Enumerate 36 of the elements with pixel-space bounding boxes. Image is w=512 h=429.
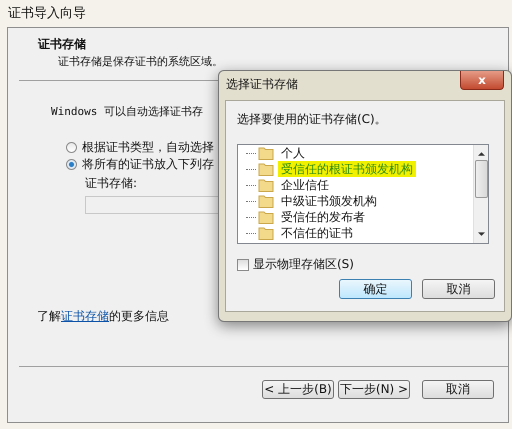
dialog-prompt: 选择要使用的证书存储(C)。: [237, 111, 388, 128]
store-item[interactable]: 受信任的根证书颁发机构: [278, 161, 416, 177]
scroll-down-icon[interactable]: [478, 232, 484, 237]
more-info-text: 了解证书存储的更多信息: [37, 308, 169, 325]
store-item[interactable]: 不信任的证书: [278, 225, 356, 241]
folder-icon: [258, 210, 274, 224]
option-label: 将所有的证书放入下列存: [82, 156, 214, 173]
folder-icon: [258, 146, 274, 160]
checkbox-label: 显示物理存储区(S): [253, 256, 354, 273]
scrollbar[interactable]: [473, 145, 488, 243]
dialog-button[interactable]: 取消: [422, 279, 495, 299]
wizard-button[interactable]: < 上一步(B): [262, 380, 334, 399]
page-subtitle: 证书存储是保存证书的系统区域。: [57, 54, 223, 69]
scroll-thumb[interactable]: [474, 160, 488, 198]
store-label: 证书存储:: [85, 175, 138, 192]
dialog-button[interactable]: 确定: [339, 279, 412, 299]
scroll-up-icon[interactable]: [478, 151, 484, 156]
option-label: 根据证书类型，自动选择: [82, 139, 214, 156]
wizard-button[interactable]: 取消: [422, 380, 494, 399]
store-item[interactable]: 个人: [278, 145, 308, 161]
wizard-button[interactable]: 下一步(N) >: [338, 380, 410, 399]
radio-button[interactable]: [66, 159, 77, 170]
store-item[interactable]: 中级证书颁发机构: [278, 193, 380, 209]
folder-icon: [258, 194, 274, 208]
folder-icon: [258, 226, 274, 240]
window-title: 证书导入向导: [7, 5, 87, 23]
radio-button[interactable]: [66, 142, 77, 153]
store-link[interactable]: 证书存储: [61, 309, 109, 323]
page-heading: 证书存储: [38, 36, 87, 53]
store-item[interactable]: 企业信任: [278, 177, 332, 193]
folder-icon: [258, 178, 274, 192]
dialog-title: 选择证书存储: [226, 76, 298, 93]
store-item[interactable]: 受信任的发布者: [278, 209, 368, 225]
checkbox[interactable]: [237, 258, 249, 270]
folder-icon: [258, 162, 274, 176]
intro-text: Windows 可以自动选择证书存: [51, 104, 203, 119]
